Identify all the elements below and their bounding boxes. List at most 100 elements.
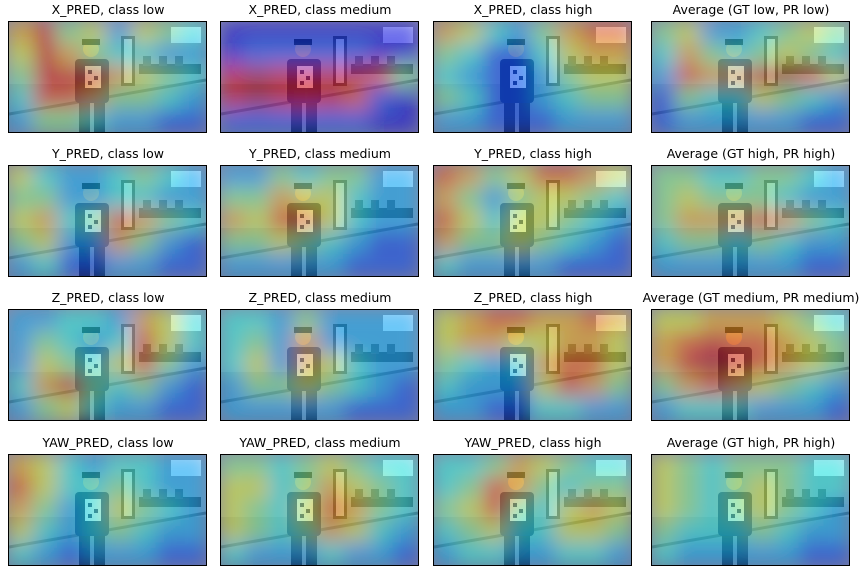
heatmap-cell	[106, 476, 134, 500]
heatmap-cell	[367, 209, 395, 233]
heatmap-cell	[605, 498, 631, 522]
heatmap-cell	[57, 87, 84, 111]
heatmap-cell	[798, 22, 826, 45]
heatmap-cell	[652, 231, 678, 255]
heatmap-cell	[81, 542, 109, 565]
heatmap-cell	[482, 209, 509, 233]
heatmap-cell	[482, 43, 509, 67]
heatmap-cell	[457, 520, 485, 544]
heatmap-cell	[798, 353, 826, 377]
heatmap-cell	[81, 353, 109, 377]
heatmap-cell	[318, 476, 346, 500]
heatmap-panel: Average (GT high, PR high)	[651, 435, 851, 566]
heatmap-cell	[556, 253, 583, 276]
heatmap-cell	[700, 22, 727, 45]
heatmap-cell	[506, 65, 534, 89]
heatmap-cell	[269, 231, 296, 255]
heatmap-cell	[823, 455, 849, 478]
heatmap-cell	[652, 22, 678, 45]
heatmap-cell	[269, 209, 296, 233]
heatmap-cell	[749, 209, 777, 233]
heatmap-cell	[580, 353, 608, 377]
heatmap-cell	[531, 187, 559, 211]
heatmap-cell	[155, 166, 183, 189]
heatmap-cell	[244, 498, 272, 522]
heatmap-cell	[106, 87, 134, 111]
heatmap-cell	[392, 498, 418, 522]
heatmap-cell	[293, 253, 321, 276]
heatmap-cell	[580, 65, 608, 89]
heatmap-cell	[434, 65, 460, 89]
heatmap-cell	[506, 43, 534, 67]
heatmap-cell	[9, 455, 35, 478]
heatmap-cell	[269, 87, 296, 111]
heatmap-cell	[556, 187, 583, 211]
heatmap-cell	[823, 498, 849, 522]
heatmap-cell	[675, 65, 703, 89]
heatmap-cell	[269, 22, 296, 45]
heatmap-cell	[57, 187, 84, 211]
panel-title: Average (GT high, PR high)	[666, 146, 836, 161]
heatmap-cell	[531, 22, 559, 45]
heatmap-cell	[293, 166, 321, 189]
heatmap-cell	[457, 353, 485, 377]
heatmap-cell	[318, 43, 346, 67]
heatmap-cell	[9, 187, 35, 211]
heatmap-cell	[798, 166, 826, 189]
heatmap-cell	[434, 187, 460, 211]
heatmap-cell	[180, 520, 206, 544]
heatmap-cell	[652, 253, 678, 276]
heatmap-cell	[556, 455, 583, 478]
heatmap-cell	[318, 520, 346, 544]
heatmap-image	[433, 454, 632, 566]
heatmap-image	[651, 309, 850, 421]
heatmap-cell	[556, 353, 583, 377]
heatmap-cell	[605, 476, 631, 500]
heatmap-cell	[823, 375, 849, 399]
heatmap-cell	[32, 331, 60, 355]
heatmap-cell	[798, 331, 826, 355]
heatmap-cell	[580, 397, 608, 420]
heatmap-cell	[244, 331, 272, 355]
heatmap-cell	[724, 331, 752, 355]
heatmap-cell	[221, 109, 247, 132]
heatmap-cell	[57, 476, 84, 500]
heatmap-cell	[131, 253, 158, 276]
heatmap-cell	[774, 498, 801, 522]
heatmap-cell	[32, 87, 60, 111]
heatmap-cell	[457, 253, 485, 276]
heatmap-cell	[131, 397, 158, 420]
heatmap-image	[8, 454, 207, 566]
heatmap-cell	[749, 187, 777, 211]
panel-title: Average (GT high, PR high)	[666, 435, 836, 450]
heatmap-cell	[32, 520, 60, 544]
heatmap-cell	[180, 231, 206, 255]
heatmap-cell	[293, 43, 321, 67]
heatmap-cell	[392, 22, 418, 45]
heatmap-cell	[798, 87, 826, 111]
heatmap-overlay	[221, 310, 418, 420]
heatmap-cell	[434, 22, 460, 45]
heatmap-cell	[823, 476, 849, 500]
heatmap-cell	[798, 542, 826, 565]
heatmap-cell	[57, 353, 84, 377]
heatmap-cell	[675, 187, 703, 211]
heatmap-cell	[774, 375, 801, 399]
heatmap-cell	[221, 209, 247, 233]
heatmap-cell	[482, 498, 509, 522]
heatmap-cell	[724, 166, 752, 189]
heatmap-cell	[343, 455, 370, 478]
heatmap-cell	[700, 397, 727, 420]
heatmap-cell	[798, 187, 826, 211]
heatmap-cell	[482, 166, 509, 189]
heatmap-cell	[367, 476, 395, 500]
heatmap-cell	[221, 231, 247, 255]
heatmap-cell	[675, 87, 703, 111]
heatmap-cell	[823, 520, 849, 544]
heatmap-cell	[155, 22, 183, 45]
heatmap-cell	[244, 455, 272, 478]
heatmap-cell	[823, 166, 849, 189]
heatmap-cell	[434, 498, 460, 522]
heatmap-cell	[506, 253, 534, 276]
heatmap-cell	[106, 353, 134, 377]
